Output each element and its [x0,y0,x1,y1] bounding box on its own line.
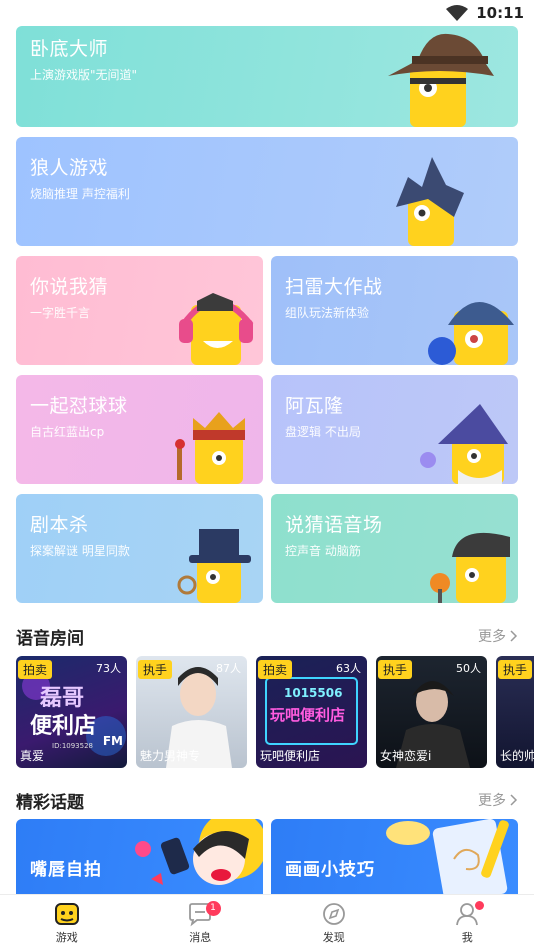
chevron-right-icon [510,630,518,642]
game-card-minesweeper[interactable]: 扫雷大作战 组队玩法新体验 [271,256,518,365]
game-subtitle: 探案解谜 明星同款 [30,544,130,558]
voice-rooms-list: 磊哥 便利店 FM ID:1093528 拍卖 73人 真爱 执手 87人 魅力… [16,656,534,768]
room-name: 女神恋爱i [380,749,432,763]
room-name: 长的帅 [500,749,534,763]
topic-title: 嘴唇自拍 [30,860,102,880]
tab-messages[interactable]: 1 消息 [134,895,268,949]
room-tag: 执手 [378,660,413,679]
room-card[interactable]: 磊哥 便利店 FM ID:1093528 拍卖 73人 真爱 [16,656,127,768]
wifi-icon [446,5,469,21]
room-poster-line1: 1015506 [284,686,343,700]
status-bar: 10:11 [0,0,534,28]
status-time: 10:11 [476,4,524,22]
room-tag: 拍卖 [258,660,293,679]
game-card-ball-battle[interactable]: 一起怼球球 自古红蓝出cp [16,375,263,484]
game-card-voice-guess[interactable]: 说猜语音场 控声音 动脑筋 [271,494,518,603]
king-mascot-icon [175,412,245,484]
room-count: 73人 [96,662,121,675]
game-title: 你说我猜 [30,276,109,298]
game-title: 一起怼球球 [30,395,128,417]
room-name: 玩吧便利店 [260,749,321,763]
game-subtitle: 自古红蓝出cp [30,425,105,439]
tab-label: 发现 [322,931,345,944]
more-label: 更多 [478,629,506,645]
topic-illustration [135,819,263,885]
room-card[interactable]: 执手 50人 女神恋爱i [376,656,487,768]
detective-mascot-icon [388,33,494,127]
notification-dot [474,901,484,910]
game-subtitle: 盘逻辑 不出局 [285,425,361,439]
voice-rooms-title: 语音房间 [16,629,84,649]
game-subtitle: 上演游戏版"无间道" [30,68,138,82]
more-label: 更多 [478,793,506,809]
headphone-mascot-icon [179,293,254,365]
game-card-guess-word[interactable]: 你说我猜 一字胜千言 [16,256,263,365]
game-card-avalon[interactable]: 阿瓦隆 盘逻辑 不出局 [271,375,518,484]
topic-card-drawing-tips[interactable]: 画画小技巧 [271,819,518,899]
room-tag: 执手 [498,660,533,679]
game-title: 阿瓦隆 [285,395,344,417]
tab-games[interactable]: 游戏 [0,895,134,949]
game-subtitle: 一字胜千言 [30,306,91,320]
tab-label: 我 [461,931,473,944]
room-name: 真爱 [20,749,45,763]
tab-discover[interactable]: 发现 [267,895,401,949]
topic-title: 画画小技巧 [285,860,375,880]
game-title: 扫雷大作战 [285,276,383,298]
game-card-script-murder[interactable]: 剧本杀 探案解谜 明星同款 [16,494,263,603]
wizard-mascot-icon [420,404,508,484]
room-count: 50人 [456,662,481,675]
topics-more-link[interactable]: 更多 [478,790,518,810]
tab-label: 消息 [189,931,212,944]
room-card[interactable]: 执手 87人 魅力男神专 [136,656,247,768]
room-poster-fm: FM [102,734,123,748]
bottom-tab-bar: 游戏 1 消息 发现 我 [0,894,534,949]
game-title: 剧本杀 [30,514,89,536]
game-card-undercover[interactable]: 卧底大师 上演游戏版"无间道" [16,26,518,127]
room-name: 魅力男神专 [140,749,201,763]
room-count: 87人 [216,662,241,675]
room-card[interactable]: 执手 长的帅 [496,656,534,768]
game-card-werewolf[interactable]: 狼人游戏 烧脑推理 声控福利 [16,137,518,246]
topics-title: 精彩话题 [16,793,84,813]
game-subtitle: 组队玩法新体验 [285,306,370,320]
room-card[interactable]: 1015506 玩吧便利店 拍卖 63人 玩吧便利店 [256,656,367,768]
unread-badge: 1 [205,901,221,916]
tab-me[interactable]: 我 [401,895,534,949]
tab-label: 游戏 [55,931,78,944]
topic-card-lips-selfie[interactable]: 嘴唇自拍 [16,819,263,899]
werewolf-mascot-icon [396,157,464,246]
room-count: 63人 [336,662,361,675]
room-poster-line2: 玩吧便利店 [270,706,346,724]
room-poster-line2: 便利店 [30,714,97,739]
room-tag: 拍卖 [18,660,53,679]
gamepad-icon [54,903,79,925]
status-icons: 10:11 [446,4,524,22]
game-title: 狼人游戏 [30,157,109,179]
room-poster-id: ID:1093528 [52,742,93,750]
topic-illustration [386,819,509,899]
room-tag: 执手 [138,660,173,679]
game-subtitle: 烧脑推理 声控福利 [30,187,130,201]
compass-icon [322,903,345,925]
top-hat-mascot-icon [177,529,251,603]
chevron-right-icon [510,794,518,806]
microphone-mascot-icon [430,532,510,603]
helmet-mascot-icon [428,302,514,365]
game-title: 卧底大师 [30,38,109,60]
voice-rooms-more-link[interactable]: 更多 [478,626,518,646]
game-subtitle: 控声音 动脑筋 [285,544,361,558]
game-title: 说猜语音场 [285,514,383,536]
